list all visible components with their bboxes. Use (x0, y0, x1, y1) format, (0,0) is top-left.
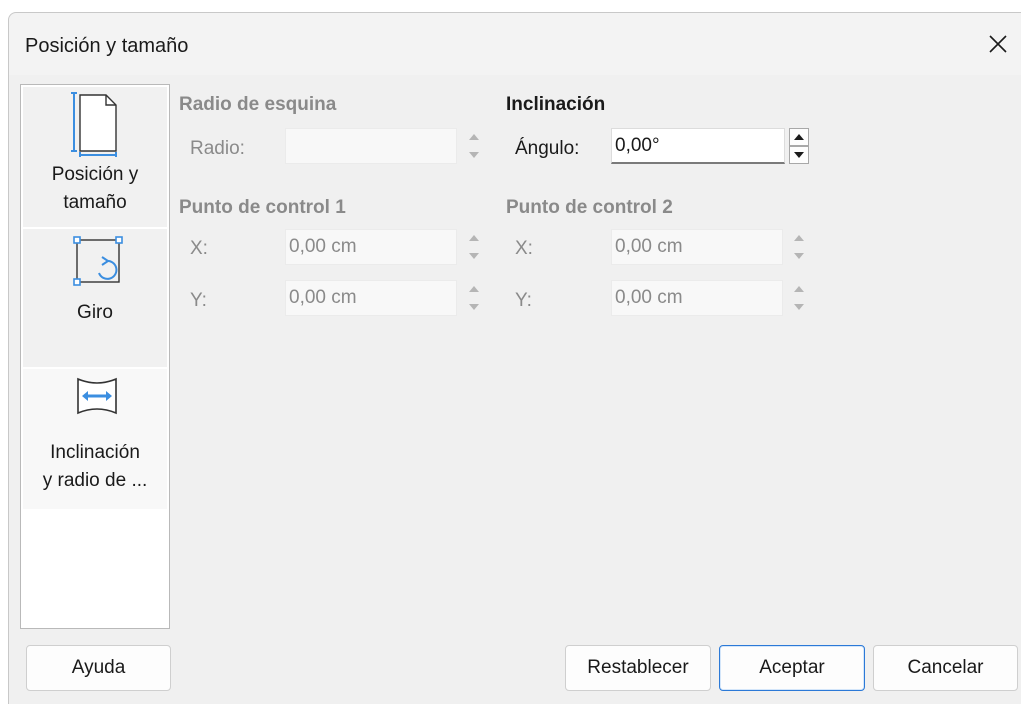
cp1-x-spinner[interactable] (464, 229, 484, 265)
control-point-1-title: Punto de control 1 (179, 197, 346, 218)
cp1-y-field[interactable]: 0,00 cm (285, 280, 457, 316)
rotate-icon (73, 236, 123, 286)
sidebar-item-rotation[interactable]: Giro (23, 229, 167, 367)
spin-up-icon[interactable] (464, 280, 484, 297)
spin-down-icon[interactable] (464, 247, 484, 264)
sidebar-item-label: tamaño (63, 192, 127, 213)
slant-title: Inclinación (506, 94, 606, 115)
cp2-y-spinner[interactable] (789, 280, 809, 316)
angle-spinner[interactable] (789, 128, 809, 164)
radius-spinner[interactable] (464, 128, 484, 164)
close-button[interactable] (975, 21, 1021, 67)
help-button[interactable]: Ayuda (26, 645, 171, 691)
cp2-x-spinner[interactable] (789, 229, 809, 265)
corner-radius-title: Radio de esquina (179, 94, 337, 115)
spin-up-icon[interactable] (464, 229, 484, 246)
spin-up-icon[interactable] (789, 280, 809, 297)
sidebar-item-label: Inclinación (50, 442, 140, 463)
radius-field[interactable] (285, 128, 457, 164)
cp1-y-label: Y: (190, 290, 207, 311)
dialog-title: Posición y tamaño (25, 35, 189, 57)
angle-label: Ángulo: (515, 138, 580, 159)
cp2-y-label: Y: (515, 290, 532, 311)
spin-down-icon[interactable] (789, 298, 809, 315)
sidebar-item-label: y radio de ... (42, 470, 148, 491)
cancel-button[interactable]: Cancelar (873, 645, 1018, 691)
sidebar-item-label: Giro (77, 302, 113, 323)
close-icon (989, 35, 1007, 53)
cp1-x-label: X: (190, 238, 208, 259)
cp1-y-spinner[interactable] (464, 280, 484, 316)
cp2-x-field[interactable]: 0,00 cm (611, 229, 783, 265)
spin-up-icon[interactable] (464, 128, 484, 145)
control-point-2-title: Punto de control 2 (506, 197, 673, 218)
radius-label: Radio: (190, 138, 245, 159)
page-icon (71, 92, 117, 157)
spin-down-icon[interactable] (789, 247, 809, 264)
sidebar: Posición y tamaño Giro Inclinación y rad… (20, 84, 170, 629)
sidebar-item-label: Posición y (51, 164, 139, 185)
spin-down-icon[interactable] (464, 146, 484, 163)
sidebar-item-slant-radius[interactable]: Inclinación y radio de ... (23, 369, 167, 509)
cp1-x-field[interactable]: 0,00 cm (285, 229, 457, 265)
spin-down-icon[interactable] (464, 298, 484, 315)
spin-down-icon[interactable] (789, 146, 809, 164)
spin-up-icon[interactable] (789, 128, 809, 146)
position-size-dialog: Posición y tamaño Posición y tamaño Giro… (8, 12, 1021, 704)
angle-field[interactable]: 0,00° (611, 128, 785, 164)
cp2-y-field[interactable]: 0,00 cm (611, 280, 783, 316)
reset-button[interactable]: Restablecer (565, 645, 711, 691)
slant-icon (77, 377, 117, 415)
ok-button[interactable]: Aceptar (719, 645, 865, 691)
sidebar-item-position-size[interactable]: Posición y tamaño (23, 87, 167, 227)
title-bar: Posición y tamaño (9, 13, 1021, 75)
spin-up-icon[interactable] (789, 229, 809, 246)
cp2-x-label: X: (515, 238, 533, 259)
